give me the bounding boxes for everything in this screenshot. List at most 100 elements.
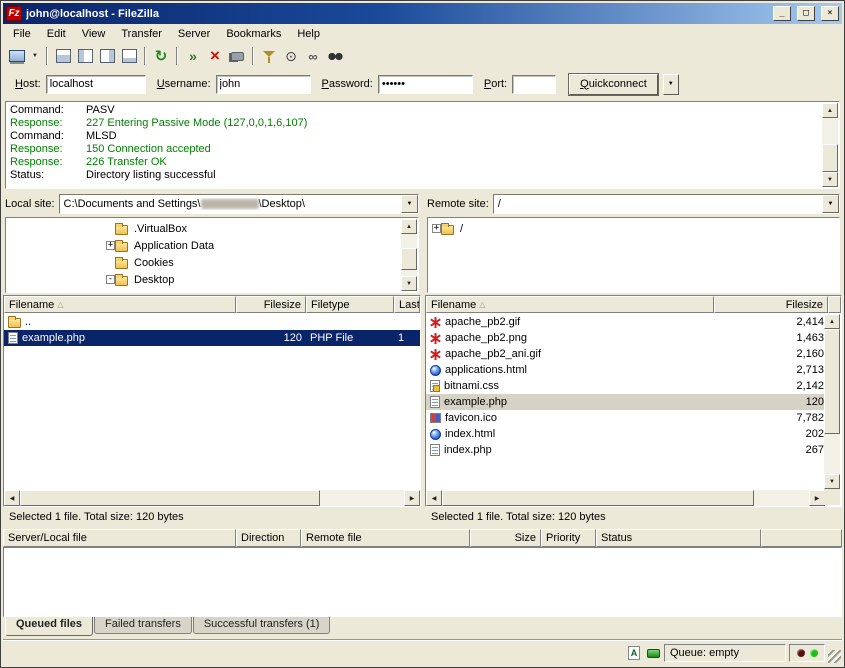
- port-label: Port:: [484, 78, 507, 90]
- scrollbar-track[interactable]: [401, 234, 417, 276]
- disconnect-icon[interactable]: [227, 46, 247, 66]
- scroll-up-button[interactable]: ▲: [401, 219, 417, 234]
- scrollbar-track[interactable]: [822, 118, 838, 172]
- menu-item-bookmarks[interactable]: Bookmarks: [218, 26, 289, 42]
- tree-item[interactable]: +/: [428, 220, 839, 237]
- scrollbar-thumb[interactable]: [20, 490, 320, 506]
- menu-item-file[interactable]: File: [5, 26, 39, 42]
- column-header-last-modified[interactable]: Last modified: [394, 296, 420, 313]
- maximize-button[interactable]: □: [797, 6, 815, 21]
- column-header-size[interactable]: Size: [470, 529, 541, 547]
- scroll-down-button[interactable]: ▼: [824, 474, 840, 489]
- scrollbar-track[interactable]: [20, 490, 404, 506]
- scroll-right-button[interactable]: ▶: [809, 490, 825, 506]
- expand-plus-icon[interactable]: +: [106, 241, 115, 250]
- scrollbar-thumb[interactable]: [822, 144, 838, 172]
- tab-successful-transfers-1[interactable]: Successful transfers (1): [193, 617, 331, 634]
- file-row[interactable]: apache_pb2.png1,463: [426, 330, 825, 346]
- scroll-down-button[interactable]: ▼: [401, 276, 417, 291]
- minimize-button[interactable]: _: [773, 6, 791, 21]
- toggle-remote-tree-icon[interactable]: [97, 46, 117, 66]
- scroll-left-button[interactable]: ◀: [426, 490, 442, 506]
- local-path-combo[interactable]: C:\Documents and Settings\\Desktop\ ▼: [59, 194, 419, 214]
- scroll-down-button[interactable]: ▼: [822, 172, 838, 187]
- expand-plus-icon[interactable]: +: [432, 224, 441, 233]
- tree-item[interactable]: .VirtualBox: [6, 220, 418, 237]
- filter-icon[interactable]: [259, 46, 279, 66]
- close-button[interactable]: ×: [821, 6, 839, 21]
- file-row[interactable]: example.php120PHP File1: [4, 330, 420, 346]
- log-scrollbar[interactable]: ▲ ▼: [822, 103, 838, 187]
- file-row[interactable]: example.php120: [426, 394, 825, 410]
- username-input[interactable]: [216, 75, 311, 94]
- column-header-remote-file[interactable]: Remote file: [301, 529, 470, 547]
- remote-vertical-scrollbar[interactable]: ▲ ▼: [824, 314, 840, 489]
- toggle-message-log-icon[interactable]: [53, 46, 73, 66]
- site-manager-dropdown-icon[interactable]: [29, 46, 41, 66]
- scrollbar-thumb[interactable]: [442, 490, 754, 506]
- cancel-icon[interactable]: [205, 46, 225, 66]
- file-row[interactable]: index.php267: [426, 442, 825, 458]
- quickconnect-button[interactable]: Quickconnect: [569, 74, 658, 95]
- scroll-left-button[interactable]: ◀: [4, 490, 20, 506]
- tab-queued-files[interactable]: Queued files: [5, 617, 93, 636]
- transfer-type-indicator[interactable]: A: [626, 645, 642, 661]
- refresh-icon[interactable]: [151, 46, 171, 66]
- collapse-minus-icon[interactable]: -: [106, 275, 115, 284]
- scrollbar-track[interactable]: [442, 490, 809, 506]
- remote-path-dropdown-button[interactable]: ▼: [822, 195, 839, 213]
- scroll-right-button[interactable]: ▶: [404, 490, 420, 506]
- find-icon[interactable]: [325, 46, 345, 66]
- scrollbar-thumb[interactable]: [824, 329, 840, 434]
- site-manager-icon[interactable]: [7, 46, 27, 66]
- column-header-filetype[interactable]: Filetype: [306, 296, 394, 313]
- tree-item[interactable]: -Desktop: [6, 271, 418, 288]
- menu-item-view[interactable]: View: [74, 26, 114, 42]
- local-horizontal-scrollbar[interactable]: ◀ ▶: [4, 490, 420, 506]
- file-row[interactable]: bitnami.css2,142: [426, 378, 825, 394]
- port-input[interactable]: [512, 75, 556, 94]
- column-header-filesize[interactable]: Filesize: [714, 296, 828, 313]
- tree-item[interactable]: +Application Data: [6, 237, 418, 254]
- column-header-priority[interactable]: Priority: [541, 529, 596, 547]
- notification-indicator[interactable]: [645, 645, 661, 661]
- file-row[interactable]: apache_pb2_ani.gif2,160: [426, 346, 825, 362]
- file-row[interactable]: applications.html2,713: [426, 362, 825, 378]
- menu-item-help[interactable]: Help: [289, 26, 328, 42]
- compare-icon[interactable]: [281, 46, 301, 66]
- sync-browse-icon[interactable]: [303, 46, 323, 66]
- scroll-up-button[interactable]: ▲: [824, 314, 840, 329]
- scroll-up-button[interactable]: ▲: [822, 103, 838, 118]
- file-row[interactable]: ..: [4, 314, 420, 330]
- menu-item-transfer[interactable]: Transfer: [113, 26, 170, 42]
- titlebar[interactable]: Fz john@localhost - FileZilla _ □ ×: [3, 3, 842, 24]
- local-path-dropdown-button[interactable]: ▼: [401, 195, 418, 213]
- column-header-filename[interactable]: Filename△: [426, 296, 714, 313]
- expander-spacer: [106, 258, 115, 267]
- quickconnect-dropdown-button[interactable]: ▼: [663, 74, 679, 95]
- tree-item[interactable]: Cookies: [6, 254, 418, 271]
- column-header-status[interactable]: Status: [596, 529, 761, 547]
- file-row[interactable]: apache_pb2.gif2,414: [426, 314, 825, 330]
- remote-horizontal-scrollbar[interactable]: ◀ ▶: [426, 490, 825, 506]
- column-header-filename[interactable]: Filename△: [4, 296, 236, 313]
- column-header-server-local-file[interactable]: Server/Local file: [3, 529, 236, 547]
- tab-failed-transfers[interactable]: Failed transfers: [94, 617, 192, 634]
- local-tree-scrollbar[interactable]: ▲ ▼: [401, 219, 417, 291]
- remote-path-combo[interactable]: / ▼: [493, 194, 840, 214]
- column-header-filesize[interactable]: Filesize: [236, 296, 306, 313]
- process-queue-icon[interactable]: [183, 46, 203, 66]
- toggle-local-tree-icon[interactable]: [75, 46, 95, 66]
- menu-item-server[interactable]: Server: [170, 26, 218, 42]
- column-header-direction[interactable]: Direction: [236, 529, 301, 547]
- scrollbar-track[interactable]: [824, 329, 840, 474]
- host-input[interactable]: [46, 75, 146, 94]
- scrollbar-thumb[interactable]: [401, 248, 417, 270]
- queue-body[interactable]: [3, 547, 842, 617]
- password-input[interactable]: [378, 75, 473, 94]
- file-row[interactable]: favicon.ico7,782: [426, 410, 825, 426]
- resize-grip[interactable]: [828, 650, 841, 663]
- menu-item-edit[interactable]: Edit: [39, 26, 74, 42]
- toggle-queue-icon[interactable]: [119, 46, 139, 66]
- file-row[interactable]: index.html202: [426, 426, 825, 442]
